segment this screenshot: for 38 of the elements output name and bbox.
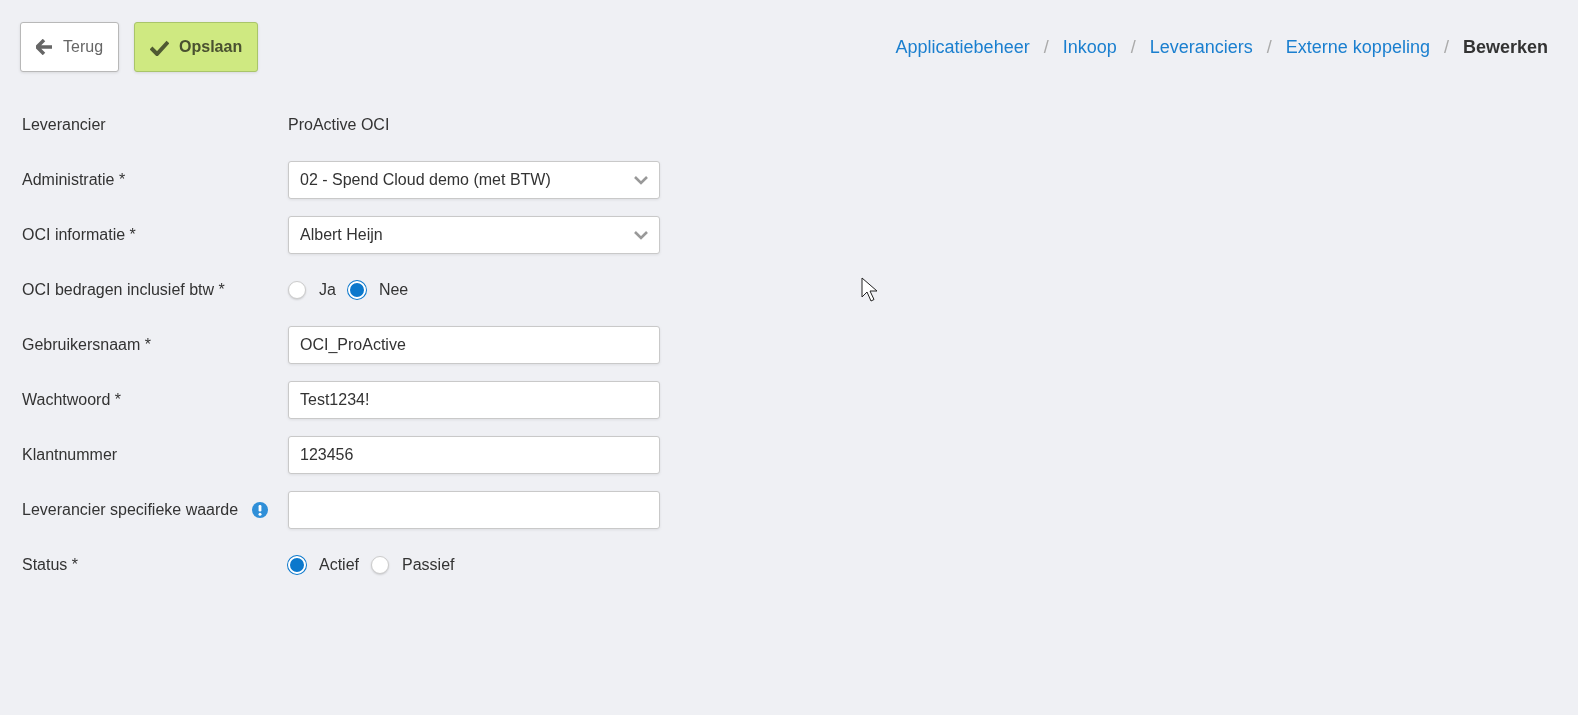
field-label: OCI bedragen inclusief btw *	[22, 281, 225, 299]
input-field[interactable]: Test1234!	[288, 381, 660, 419]
field-value: ProActive OCI	[288, 116, 390, 134]
breadcrumb-link[interactable]: Inkoop	[1062, 36, 1117, 58]
input-field[interactable]: 123456	[288, 436, 660, 474]
field-label: OCI informatie *	[22, 226, 136, 244]
chevron-down-icon	[634, 175, 648, 185]
back-button[interactable]: Terug	[20, 22, 120, 72]
breadcrumb-link[interactable]: Applicatiebeheer	[895, 36, 1030, 58]
breadcrumb-current: Bewerken	[1462, 36, 1548, 58]
breadcrumb-separator: /	[1266, 36, 1272, 58]
checkmark-icon	[150, 38, 170, 56]
breadcrumb-separator: /	[1443, 36, 1449, 58]
radio-label[interactable]: Actief	[319, 556, 359, 574]
radio-button[interactable]	[371, 556, 389, 574]
field-label: Leverancier specifieke waarde	[22, 501, 239, 519]
save-button[interactable]: Opslaan	[134, 22, 259, 72]
pointer-cursor-icon	[861, 277, 878, 302]
field-label: Leverancier	[22, 116, 106, 134]
select-field[interactable]: 02 - Spend Cloud demo (met BTW)	[288, 161, 660, 199]
input-field[interactable]: OCI_ProActive	[288, 326, 660, 364]
radio-label[interactable]: Nee	[378, 281, 409, 299]
breadcrumb-separator: /	[1043, 36, 1049, 58]
breadcrumb-link[interactable]: Externe koppeling	[1285, 36, 1430, 58]
radio-label[interactable]: Passief	[402, 556, 455, 574]
radio-label[interactable]: Ja	[319, 281, 336, 299]
arrow-left-icon	[36, 39, 53, 55]
radio-button[interactable]	[288, 281, 306, 299]
select-field[interactable]: Albert Heijn	[288, 216, 660, 254]
breadcrumb-separator: /	[1130, 36, 1136, 58]
field-label: Administratie *	[22, 171, 126, 189]
field-label: Klantnummer	[22, 446, 118, 464]
field-label: Status *	[22, 556, 79, 574]
chevron-down-icon	[634, 230, 648, 240]
field-label: Wachtwoord *	[22, 391, 121, 409]
breadcrumb-link[interactable]: Leveranciers	[1149, 36, 1253, 58]
input-field[interactable]	[288, 491, 660, 529]
field-label: Gebruikersnaam *	[22, 336, 151, 354]
